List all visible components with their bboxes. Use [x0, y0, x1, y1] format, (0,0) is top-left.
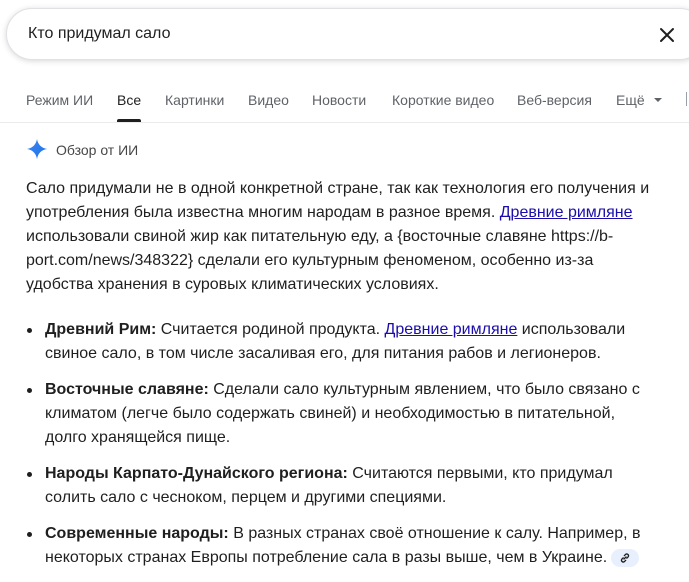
- tab-videos[interactable]: Видео: [248, 92, 289, 108]
- link-icon: [621, 553, 630, 563]
- summary-text-cont: использовали свиной жир как питательную …: [26, 228, 614, 293]
- bullet-title: Древний Рим:: [45, 321, 157, 338]
- source-link-chip[interactable]: [611, 548, 640, 567]
- ai-summary: Сало придумали не в одной конкретной стр…: [26, 177, 656, 297]
- bullet-title: Народы Карпато-Дунайского региона:: [45, 465, 348, 482]
- bullet-text: Считается родиной продукта.: [156, 321, 385, 338]
- list-item: Современные народы: В разных странах сво…: [26, 522, 656, 570]
- tab-more-label: Ещё: [616, 92, 645, 108]
- sparkle-icon: [26, 138, 48, 160]
- tools-divider: [686, 92, 687, 106]
- bullet-title: Восточные славяне:: [45, 381, 209, 398]
- tab-all[interactable]: Все: [117, 92, 141, 108]
- list-item: Древний Рим: Считается родиной продукта.…: [26, 318, 656, 366]
- tabs-divider: [0, 122, 689, 123]
- ai-bullet-list: Древний Рим: Считается родиной продукта.…: [26, 318, 656, 582]
- tab-news[interactable]: Новости: [312, 92, 366, 108]
- bullet-dot: [27, 472, 32, 477]
- tab-more[interactable]: Ещё: [616, 92, 663, 108]
- bullet-title: Современные народы:: [45, 525, 229, 542]
- tab-web[interactable]: Веб-версия: [517, 92, 592, 108]
- romans-link[interactable]: Древние римляне: [385, 321, 518, 338]
- romans-link[interactable]: Древние римляне: [500, 204, 633, 221]
- clear-search-icon[interactable]: [657, 25, 677, 45]
- bullet-dot: [27, 328, 32, 333]
- ai-overview-title: Обзор от ИИ: [56, 142, 139, 158]
- bullet-dot: [27, 532, 32, 537]
- tab-short-videos[interactable]: Короткие видео: [392, 92, 494, 108]
- list-item: Восточные славяне: Сделали сало культурн…: [26, 378, 656, 450]
- search-box[interactable]: Кто придумал сало: [6, 8, 689, 60]
- tab-images[interactable]: Картинки: [165, 92, 224, 108]
- caret-down-icon: [653, 98, 662, 102]
- list-item: Народы Карпато-Дунайского региона: Счита…: [26, 462, 656, 510]
- search-tabs: Режим ИИ Все Картинки Видео Новости Коро…: [0, 84, 689, 122]
- tab-ai-mode[interactable]: Режим ИИ: [26, 92, 93, 108]
- search-input[interactable]: Кто придумал сало: [28, 25, 170, 43]
- bullet-dot: [27, 388, 32, 393]
